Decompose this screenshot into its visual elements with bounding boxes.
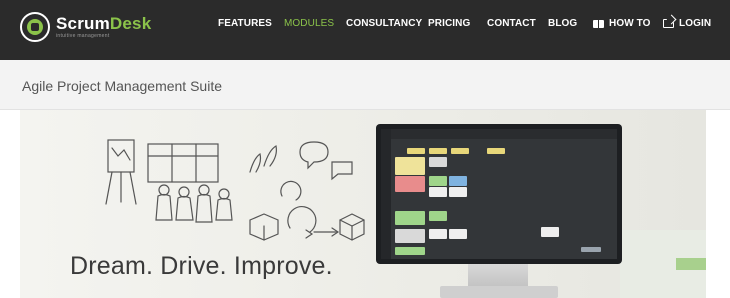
task-card (395, 157, 425, 175)
task-card (395, 176, 425, 192)
task-card (449, 176, 467, 186)
nav-item-features[interactable]: FEATURES (218, 18, 272, 29)
task-card (429, 157, 447, 167)
hero-banner: Dream. Drive. Improve. (20, 110, 706, 298)
scrumdesk-logo[interactable]: ScrumDesk intuitive management (20, 12, 151, 42)
top-navigation-bar: ScrumDesk intuitive management FEATURES … (0, 0, 730, 60)
nav-item-pricing[interactable]: PRICING (428, 18, 470, 29)
task-card (407, 148, 425, 154)
task-card (429, 176, 447, 186)
desk-green-item (676, 258, 706, 270)
scrumdesk-logo-icon (20, 12, 50, 42)
nav-item-contact[interactable]: CONTACT (487, 18, 536, 29)
task-card (429, 229, 447, 239)
task-card (449, 187, 467, 197)
task-card (429, 148, 447, 154)
task-card (451, 148, 469, 154)
logo-wordmark: ScrumDesk (56, 14, 152, 33)
task-card (395, 211, 425, 225)
task-card (449, 229, 467, 239)
scrumboard-screenshot (381, 129, 617, 259)
task-card (581, 247, 601, 252)
task-card (395, 247, 425, 255)
nav-item-consultancy[interactable]: CONSULTANCY (346, 18, 422, 29)
task-card (395, 229, 425, 243)
task-card (429, 211, 447, 221)
task-card (487, 148, 505, 154)
task-card (541, 227, 559, 237)
page-title: Agile Project Management Suite (22, 78, 222, 94)
login-icon (663, 19, 674, 28)
book-icon (593, 19, 604, 28)
nav-item-how-to[interactable]: HOW TO (593, 18, 651, 29)
task-card (429, 187, 447, 197)
page-subheader: Agile Project Management Suite (0, 60, 730, 110)
nav-item-modules[interactable]: MODULES (284, 18, 334, 29)
nav-item-login[interactable]: LOGIN (663, 18, 711, 29)
logo-tagline: intuitive management (56, 33, 110, 39)
desktop-monitor-mockup (376, 124, 622, 264)
agile-team-sketch-illustration (105, 139, 365, 241)
nav-item-blog[interactable]: BLOG (548, 18, 577, 29)
hero-headline: Dream. Drive. Improve. (70, 252, 333, 280)
monitor-base (440, 286, 558, 298)
